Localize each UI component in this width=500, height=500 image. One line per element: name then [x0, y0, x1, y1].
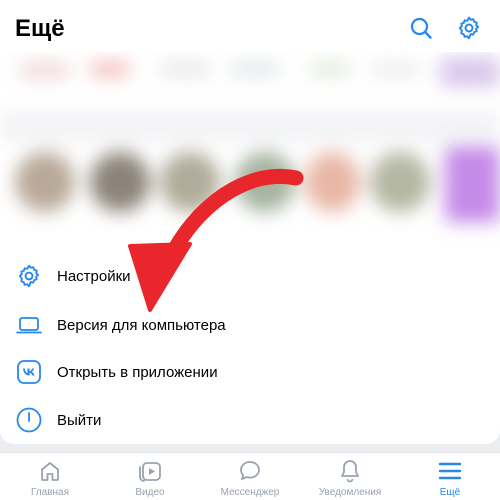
menu-label-logout: Выйти	[57, 411, 102, 429]
laptop-icon	[15, 311, 43, 339]
vk-logo-icon	[15, 358, 43, 386]
menu-item-logout[interactable]: Выйти	[0, 396, 500, 444]
blurred-content	[0, 52, 500, 250]
tab-notifications[interactable]: Уведомления	[300, 453, 400, 500]
tab-video[interactable]: Видео	[100, 453, 200, 500]
power-icon	[15, 406, 43, 434]
menu-card: Настройки Версия для компьютера Открыть …	[0, 52, 500, 444]
menu-item-settings[interactable]: Настройки	[0, 252, 500, 300]
menu-icon	[436, 457, 464, 485]
gear-icon[interactable]	[454, 13, 484, 43]
bell-icon	[336, 457, 364, 485]
tab-messenger[interactable]: Мессенджер	[200, 453, 300, 500]
search-icon[interactable]	[406, 13, 436, 43]
gear-icon	[15, 262, 43, 290]
tab-label-messenger: Мессенджер	[220, 487, 280, 498]
top-header: Ещё	[0, 0, 500, 56]
tab-more[interactable]: Ещё	[400, 453, 500, 500]
menu-item-desktop-version[interactable]: Версия для компьютера	[0, 301, 500, 349]
tab-label-more: Ещё	[439, 487, 461, 498]
tab-label-video: Видео	[135, 487, 165, 498]
menu-label-open-app: Открыть в приложении	[57, 363, 218, 381]
home-icon	[36, 457, 64, 485]
bottom-tab-bar: Главная Видео Мессенджер Уведомления Ещё	[0, 452, 500, 500]
tab-label-home: Главная	[30, 487, 70, 498]
menu-label-desktop-version: Версия для компьютера	[57, 316, 226, 334]
page-title: Ещё	[15, 15, 65, 42]
tab-label-notifications: Уведомления	[318, 487, 382, 498]
menu-item-open-app[interactable]: Открыть в приложении	[0, 348, 500, 396]
menu-label-settings: Настройки	[57, 267, 131, 285]
video-icon	[136, 457, 164, 485]
chat-icon	[236, 457, 264, 485]
tab-home[interactable]: Главная	[0, 453, 100, 500]
